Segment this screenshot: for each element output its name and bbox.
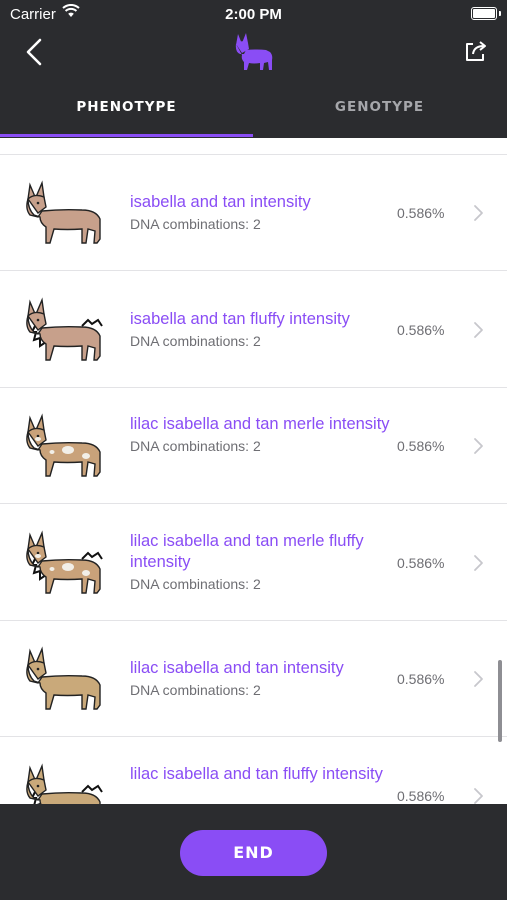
result-percentage: 0.586% bbox=[397, 438, 445, 454]
footer-bar: END bbox=[0, 804, 507, 900]
tab-phenotype[interactable]: PHENOTYPE bbox=[0, 84, 253, 138]
chevron-right-icon bbox=[474, 438, 483, 454]
battery-tip bbox=[499, 11, 501, 16]
french-bulldog-icon bbox=[26, 180, 101, 244]
result-text: lilac isabella and tan merle intensity DN… bbox=[130, 414, 390, 457]
chevron-right-icon bbox=[474, 321, 483, 338]
chevron-right-icon bbox=[474, 554, 483, 571]
status-bar: Carrier 2:00 PM bbox=[0, 0, 507, 28]
result-row[interactable]: isabella and tan fluffy intensity DNA com… bbox=[0, 272, 507, 388]
result-title: lilac isabella and tan fluffy intensity bbox=[130, 764, 383, 783]
french-bulldog-icon bbox=[26, 296, 103, 361]
result-percentage: 0.586% bbox=[397, 787, 445, 804]
app-header: Carrier 2:00 PM PHENOTYPE GENOTYPE bbox=[0, 0, 507, 138]
status-time: 2:00 PM bbox=[225, 6, 282, 23]
result-title: lilac isabella and tan intensity bbox=[130, 659, 344, 677]
result-percentage: 0.586% bbox=[397, 671, 445, 687]
result-dna-combinations: DNA combinations: 2 bbox=[130, 332, 261, 349]
french-bulldog-icon bbox=[26, 529, 103, 594]
chevron-right-icon bbox=[474, 787, 483, 804]
result-dna-combinations: DNA combinations: 2 bbox=[130, 575, 261, 592]
chevron-right-icon bbox=[474, 671, 483, 687]
navigation-bar bbox=[0, 28, 507, 80]
result-row[interactable]: lilac isabella and tan merle fluffy inte… bbox=[0, 505, 507, 621]
back-button[interactable] bbox=[20, 36, 50, 68]
result-text: lilac isabella and tan intensity DNA comb… bbox=[130, 658, 390, 701]
result-text: isabella and tan intensity DNA combinatio… bbox=[130, 192, 390, 235]
result-title: lilac isabella and tan merle intensity bbox=[130, 415, 390, 433]
french-bulldog-icon bbox=[26, 413, 101, 477]
share-button[interactable] bbox=[463, 38, 489, 64]
result-percentage: 0.586% bbox=[397, 205, 445, 221]
french-bulldog-logo-icon bbox=[235, 33, 273, 70]
result-row[interactable]: lilac isabella and tan intensity DNA comb… bbox=[0, 621, 507, 737]
result-dna-combinations: DNA combinations: 2 bbox=[130, 438, 261, 454]
tab-bar: PHENOTYPE GENOTYPE bbox=[0, 84, 507, 138]
active-tab-indicator bbox=[0, 134, 253, 137]
result-text: lilac isabella and tan merle fluffy inte… bbox=[130, 531, 390, 595]
result-title: isabella and tan intensity bbox=[130, 193, 311, 211]
phenotype-results-list[interactable]: isabella and tan intensity DNA combinatio… bbox=[0, 138, 507, 804]
result-title: lilac isabella and tan merle fluffy inte… bbox=[130, 531, 364, 571]
result-percentage: 0.586% bbox=[397, 554, 445, 571]
result-row[interactable]: lilac isabella and tan fluffy intensity 0… bbox=[0, 738, 507, 804]
french-bulldog-icon bbox=[26, 646, 101, 710]
tab-genotype[interactable]: GENOTYPE bbox=[253, 84, 506, 138]
result-dna-combinations: DNA combinations: 2 bbox=[130, 216, 261, 232]
result-title: isabella and tan fluffy intensity bbox=[130, 309, 350, 328]
battery-icon bbox=[471, 7, 497, 20]
scrollbar[interactable] bbox=[498, 660, 502, 742]
result-text: lilac isabella and tan fluffy intensity bbox=[130, 764, 390, 785]
french-bulldog-icon bbox=[26, 762, 103, 804]
end-button[interactable]: END bbox=[180, 830, 327, 876]
result-row[interactable]: lilac isabella and tan merle intensity DN… bbox=[0, 388, 507, 504]
result-row[interactable]: isabella and tan intensity DNA combinatio… bbox=[0, 155, 507, 271]
chevron-right-icon bbox=[474, 205, 483, 221]
result-percentage: 0.586% bbox=[397, 321, 445, 338]
result-text: isabella and tan fluffy intensity DNA com… bbox=[130, 309, 390, 352]
result-dna-combinations: DNA combinations: 2 bbox=[130, 682, 261, 698]
